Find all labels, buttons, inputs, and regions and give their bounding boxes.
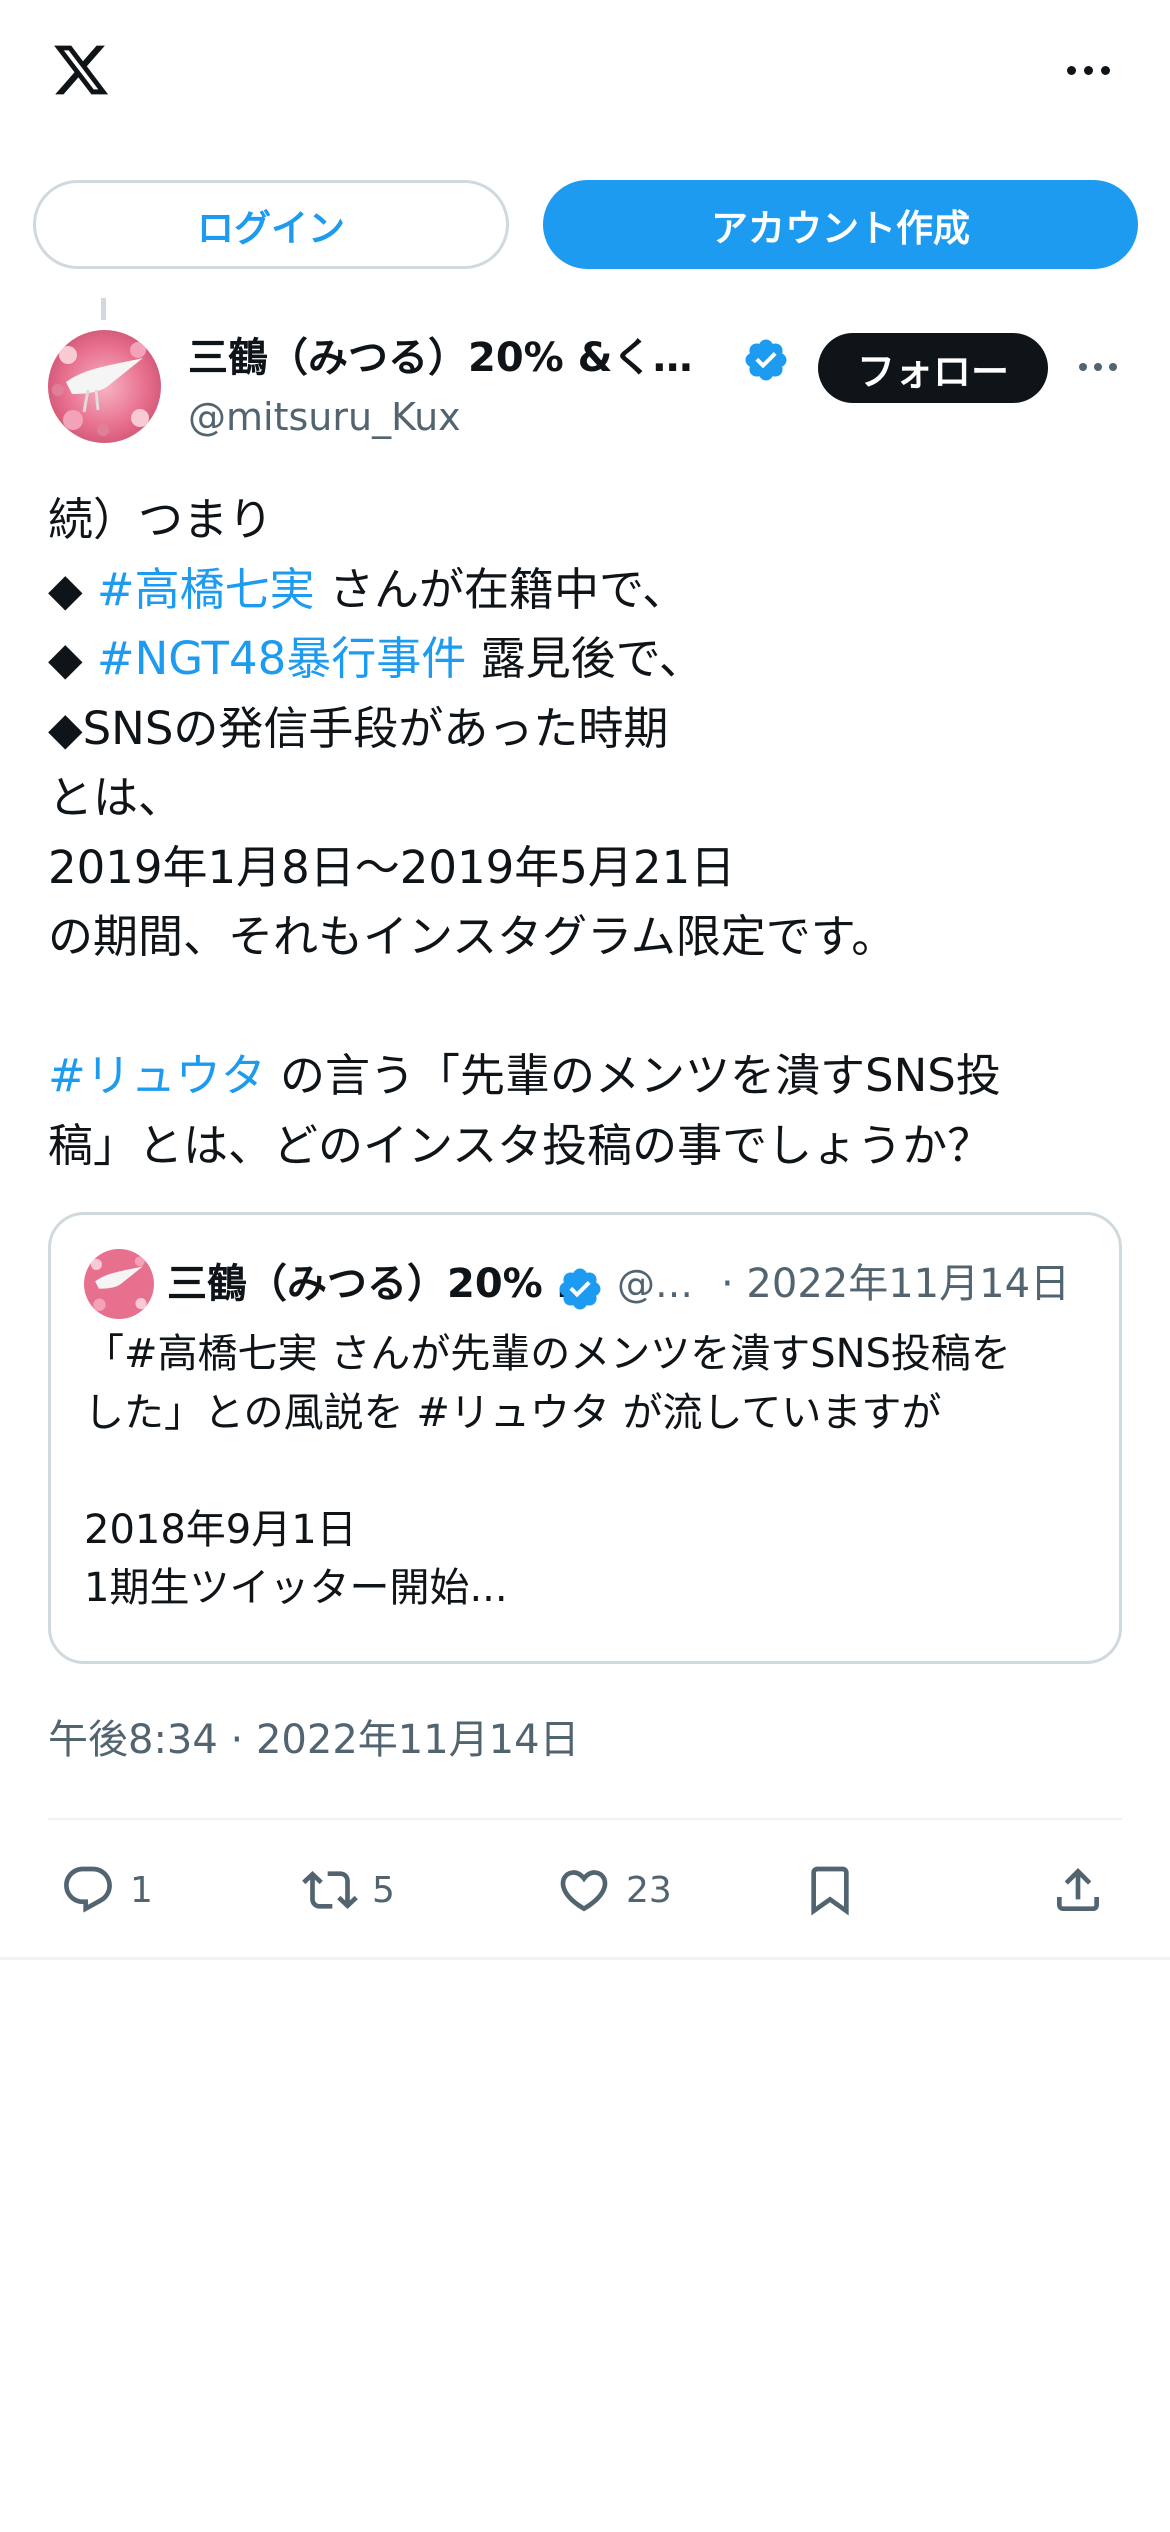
action-bar: 1 5 23 xyxy=(0,1850,1170,1930)
tweet-text-segment: 露見後で、 xyxy=(466,632,704,685)
thread-line xyxy=(101,298,106,320)
quote-author-handle: @mitsuru_Kux xyxy=(617,1262,727,1306)
quote-line: した」との風説を #リュウタ が流していますが xyxy=(84,1389,942,1436)
tweet-line: ◆SNSの発信手段があった時期 xyxy=(48,694,1123,764)
top-bar xyxy=(0,0,1170,150)
reply-button[interactable]: 1 xyxy=(60,1850,153,1930)
tweet-text-segment: の言う「先輩のメンツを潰すSNS投 xyxy=(265,1049,1001,1102)
tweet-line: 続）つまり xyxy=(48,485,1123,555)
reply-count: 1 xyxy=(130,1869,153,1911)
divider xyxy=(48,1818,1122,1820)
tweet-text-segment: ◆ xyxy=(48,632,97,685)
tweet-text-segment: 続）つまり xyxy=(48,493,274,546)
quote-line: 「#高橋七実 さんが先輩のメンツを潰すSNS投稿を xyxy=(84,1331,1011,1377)
signup-button[interactable]: アカウント作成 xyxy=(543,180,1138,269)
tweet-line: ◆ #NGT48暴行事件 露見後で、 xyxy=(48,624,1123,694)
quote-date: · 2022年11月14日 xyxy=(721,1261,1071,1307)
quoted-tweet[interactable]: 三鶴（みつる）20% &くっすー @mitsuru_Kux · 2022年11月… xyxy=(48,1212,1122,1664)
quote-line: 2018年9月1日 xyxy=(84,1506,357,1553)
bookmark-icon xyxy=(811,1866,849,1916)
tweet-timestamp[interactable]: 午後8:34 · 2022年11月14日 xyxy=(48,1710,580,1770)
author-name[interactable]: 三鶴（みつる）20% &くっすー🐳 xyxy=(188,330,728,386)
quote-avatar xyxy=(84,1249,154,1319)
more-icon[interactable] xyxy=(1058,55,1118,85)
verified-badge-icon xyxy=(745,339,787,381)
tweet-more-icon[interactable] xyxy=(1072,355,1124,379)
tweet-text-segment: 稿」とは、どのインスタ投稿の事でしょうか？ xyxy=(48,1118,993,1172)
x-logo-icon[interactable] xyxy=(48,40,114,100)
quote-line: 1期生ツイッター開始... xyxy=(84,1565,508,1611)
hashtag-link[interactable]: #高橋七実 xyxy=(97,563,315,616)
quote-line xyxy=(84,1442,1084,1501)
quote-author-name: 三鶴（みつる）20% &くっすー xyxy=(167,1261,607,1307)
bookmark-button[interactable] xyxy=(802,1850,858,1930)
tweet-text-segment: ◆SNSの発信手段があった時期 xyxy=(48,701,669,755)
tweet-line xyxy=(48,972,1123,1042)
follow-button[interactable]: フォロー xyxy=(818,333,1048,403)
tweet-line: とは、 xyxy=(48,763,1123,833)
share-icon xyxy=(1057,1868,1099,1911)
heart-icon xyxy=(560,1870,608,1912)
login-button[interactable]: ログイン xyxy=(33,180,509,269)
author-handle[interactable]: @mitsuru_Kux xyxy=(188,392,461,442)
like-count: 23 xyxy=(626,1869,672,1911)
tweet-text-segment: とは、 xyxy=(48,771,184,824)
hashtag-link[interactable]: #リュウタ xyxy=(48,1049,266,1102)
retweet-button[interactable]: 5 xyxy=(302,1850,395,1930)
quote-verified-badge-icon xyxy=(559,1268,601,1310)
tweet-line: 稿」とは、どのインスタ投稿の事でしょうか？ xyxy=(48,1111,1123,1181)
tweet-line: の期間、それもインスタグラム限定です。 xyxy=(48,902,1123,972)
quote-text: 「#高橋七実 さんが先輩のメンツを潰すSNS投稿を した」との風説を #リュウタ … xyxy=(84,1325,1084,1618)
retweet-icon xyxy=(302,1871,358,1909)
tweet-text-segment: 2019年1月8日〜2019年5月21日 xyxy=(48,840,736,894)
divider xyxy=(0,1957,1170,1960)
reply-icon xyxy=(64,1866,112,1913)
tweet-text-segment: さんが在籍中で、 xyxy=(314,562,688,616)
share-button[interactable] xyxy=(1050,1850,1106,1930)
tweet-text-segment: ◆ xyxy=(48,562,97,616)
like-button[interactable]: 23 xyxy=(556,1850,672,1930)
avatar[interactable] xyxy=(48,330,161,443)
tweet-line: 2019年1月8日〜2019年5月21日 xyxy=(48,833,1123,903)
tweet-line: ◆ #高橋七実 さんが在籍中で、 xyxy=(48,555,1123,625)
tweet-text-segment: の期間、それもインスタグラム限定です。 xyxy=(48,910,897,963)
tweet-line: #リュウタ の言う「先輩のメンツを潰すSNS投 xyxy=(48,1041,1123,1111)
hashtag-link[interactable]: #NGT48暴行事件 xyxy=(97,632,466,685)
tweet-text: 続）つまり ◆ #高橋七実 さんが在籍中で、 ◆ #NGT48暴行事件 露見後で、 ◆… xyxy=(48,485,1123,1180)
retweet-count: 5 xyxy=(372,1869,395,1911)
